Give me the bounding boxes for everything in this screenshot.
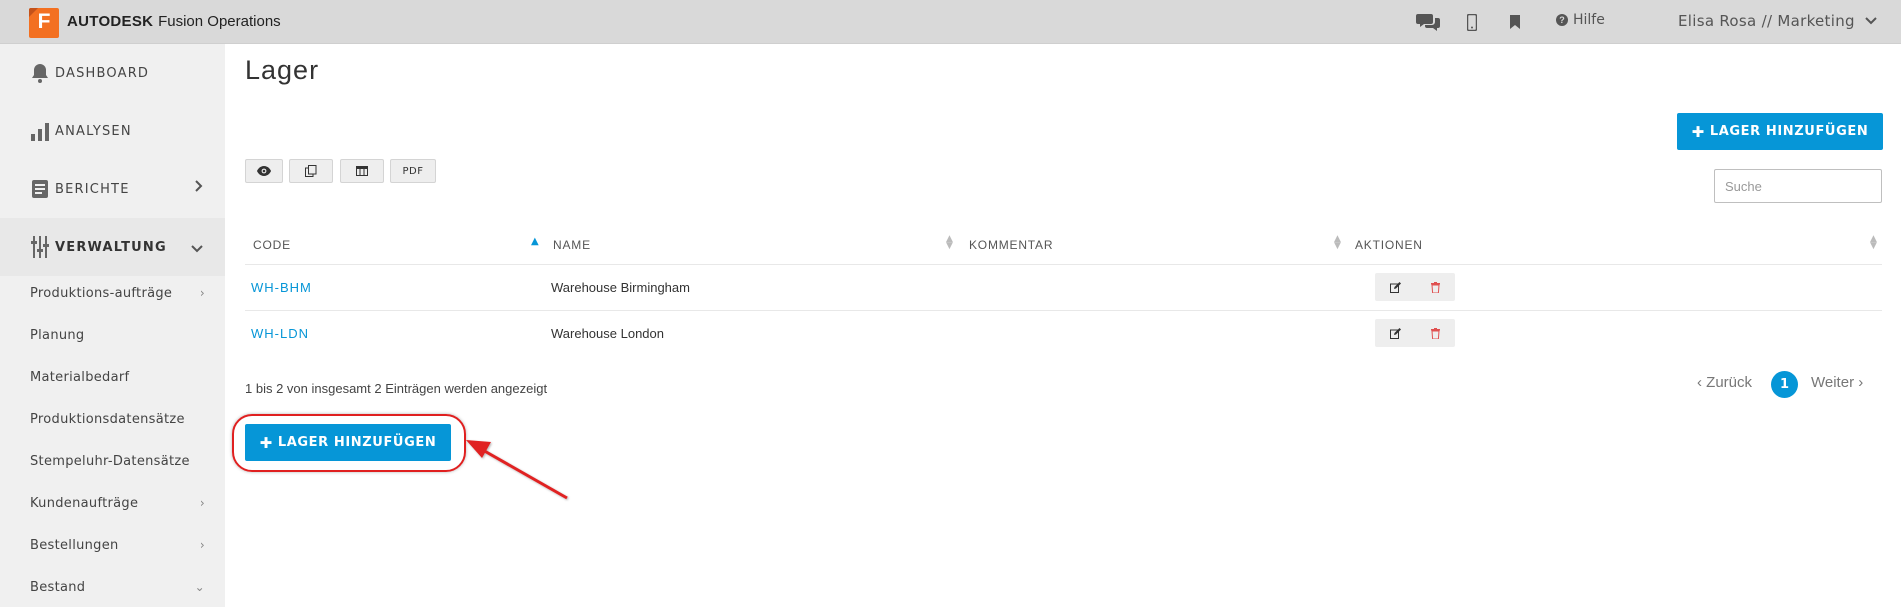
user-label: Elisa Rosa // Marketing bbox=[1678, 12, 1855, 30]
chevron-right-icon: › bbox=[1858, 374, 1864, 391]
table-cell-name: Warehouse Birmingham bbox=[551, 280, 690, 295]
chevron-down-icon bbox=[191, 241, 203, 257]
logo-letter: F bbox=[37, 10, 51, 33]
help-link[interactable]: ? Hilfe bbox=[1556, 12, 1605, 28]
brand-product: Fusion Operations bbox=[158, 13, 281, 30]
bar-chart-icon bbox=[29, 120, 51, 142]
sidebar-subitem-label: Kundenaufträge bbox=[30, 496, 139, 511]
sidebar-item-dashboard[interactable]: DASHBOARD bbox=[0, 44, 225, 102]
sidebar-item-verwaltung[interactable]: VERWALTUNG bbox=[0, 218, 225, 276]
mobile-icon[interactable] bbox=[1465, 10, 1479, 34]
row-actions bbox=[1375, 273, 1455, 301]
delete-button[interactable] bbox=[1415, 273, 1455, 301]
help-label: Hilfe bbox=[1573, 12, 1605, 28]
chevron-down-icon: ⌄ bbox=[194, 580, 205, 594]
pagination-page[interactable]: 1 bbox=[1771, 371, 1798, 398]
sort-icon: ▲ ▼ bbox=[1870, 234, 1877, 251]
sliders-icon bbox=[29, 236, 51, 258]
sidebar-subitem-produktionsdatensaetze[interactable]: Produktionsdatensätze bbox=[30, 412, 205, 427]
plus-icon: ✚ bbox=[1691, 122, 1705, 141]
brand-name: AUTODESK Fusion Operations bbox=[67, 12, 281, 30]
pdf-label: PDF bbox=[402, 165, 424, 177]
sidebar-subitem-label: Produktions-aufträge bbox=[30, 286, 173, 301]
edit-icon bbox=[1389, 327, 1401, 339]
page-title: Lager bbox=[245, 55, 320, 85]
column-header-code[interactable]: CODE bbox=[253, 238, 291, 252]
table-icon bbox=[356, 166, 368, 176]
sidebar-item-label: ANALYSEN bbox=[55, 123, 132, 139]
prev-label: Zurück bbox=[1706, 374, 1753, 391]
sidebar-item-label: VERWALTUNG bbox=[55, 239, 167, 255]
chevron-down-icon bbox=[1865, 17, 1877, 25]
help-icon: ? bbox=[1556, 14, 1568, 26]
chevron-right-icon bbox=[195, 180, 203, 196]
sidebar-subitem-label: Materialbedarf bbox=[30, 370, 130, 385]
trash-icon bbox=[1430, 281, 1440, 293]
divider bbox=[245, 264, 1882, 265]
sidebar-subitem-label: Stempeluhr-Datensätze bbox=[30, 454, 190, 469]
table-cell-name: Warehouse London bbox=[551, 326, 664, 341]
annotation-arrow bbox=[466, 440, 568, 500]
column-header-kommentar[interactable]: KOMMENTAR bbox=[969, 238, 1053, 252]
sidebar-item-label: DASHBOARD bbox=[55, 65, 150, 81]
pdf-export-button[interactable]: PDF bbox=[390, 159, 436, 183]
sidebar-subitem-bestellungen[interactable]: Bestellungen › bbox=[30, 538, 205, 553]
edit-button[interactable] bbox=[1375, 319, 1415, 347]
top-bar: F AUTODESK Fusion Operations ? Hilfe Eli… bbox=[0, 0, 1901, 44]
table-info: 1 bis 2 von insgesamt 2 Einträgen werden… bbox=[245, 381, 548, 396]
sidebar-subitem-label: Planung bbox=[30, 328, 85, 343]
report-icon bbox=[29, 178, 51, 200]
bell-icon bbox=[29, 62, 51, 84]
chevron-left-icon: ‹ bbox=[1697, 374, 1702, 391]
search-input[interactable] bbox=[1714, 169, 1882, 203]
sidebar-item-berichte[interactable]: BERICHTE bbox=[0, 160, 225, 218]
column-visibility-button[interactable] bbox=[245, 159, 283, 183]
eye-icon bbox=[257, 166, 271, 176]
column-header-aktionen[interactable]: AKTIONEN bbox=[1355, 238, 1423, 252]
sidebar-item-label: BERICHTE bbox=[55, 181, 130, 197]
divider bbox=[245, 310, 1882, 311]
sidebar-subitem-produktionsauftraege[interactable]: Produktions-aufträge › bbox=[30, 286, 205, 301]
sidebar-subitem-label: Bestellungen bbox=[30, 538, 119, 553]
sidebar-subitem-label: Produktionsdatensätze bbox=[30, 412, 185, 427]
add-warehouse-button-top[interactable]: ✚ LAGER HINZUFÜGEN bbox=[1677, 113, 1883, 150]
chevron-right-icon: › bbox=[199, 286, 205, 300]
table-cell-code[interactable]: WH-BHM bbox=[251, 280, 312, 295]
add-warehouse-label: LAGER HINZUFÜGEN bbox=[1709, 124, 1869, 139]
next-label: Weiter bbox=[1811, 374, 1855, 391]
user-menu[interactable]: Elisa Rosa // Marketing bbox=[1678, 12, 1877, 30]
sidebar-subitem-planung[interactable]: Planung bbox=[30, 328, 205, 343]
edit-icon bbox=[1389, 281, 1401, 293]
highlight-annotation bbox=[232, 414, 466, 472]
column-header-name[interactable]: NAME bbox=[553, 238, 591, 252]
brand-bold: AUTODESK bbox=[67, 13, 154, 30]
sidebar-subitem-label: Bestand bbox=[30, 580, 86, 595]
chevron-right-icon: › bbox=[199, 538, 205, 552]
sidebar-subitem-kundenauftraege[interactable]: Kundenaufträge › bbox=[30, 496, 205, 511]
fusion-logo[interactable]: F bbox=[29, 8, 59, 38]
sort-icon: ▲ ▼ bbox=[946, 234, 953, 251]
edit-button[interactable] bbox=[1375, 273, 1415, 301]
pagination-next[interactable]: Weiter › bbox=[1811, 374, 1863, 391]
sort-icon: ▲ ▼ bbox=[1334, 234, 1341, 251]
bookmark-icon[interactable] bbox=[1508, 10, 1522, 34]
sort-asc-icon: ▲ bbox=[531, 236, 539, 247]
copy-icon bbox=[305, 165, 317, 177]
copy-button[interactable] bbox=[289, 159, 333, 183]
trash-icon bbox=[1430, 327, 1440, 339]
row-actions bbox=[1375, 319, 1455, 347]
csv-export-button[interactable] bbox=[340, 159, 384, 183]
sidebar-subitem-materialbedarf[interactable]: Materialbedarf bbox=[30, 370, 205, 385]
chevron-right-icon: › bbox=[199, 496, 205, 510]
pagination-prev[interactable]: ‹ Zurück bbox=[1697, 374, 1752, 391]
table-cell-code[interactable]: WH-LDN bbox=[251, 326, 309, 341]
sidebar-item-analysen[interactable]: ANALYSEN bbox=[0, 102, 225, 160]
sidebar: DASHBOARD ANALYSEN BERICHTE VERWALTUNG P… bbox=[0, 44, 225, 607]
delete-button[interactable] bbox=[1415, 319, 1455, 347]
sidebar-subitem-stempeluhr[interactable]: Stempeluhr-Datensätze bbox=[30, 454, 205, 469]
sidebar-subitem-bestand[interactable]: Bestand ⌄ bbox=[30, 580, 205, 595]
chat-icon[interactable] bbox=[1415, 10, 1441, 34]
